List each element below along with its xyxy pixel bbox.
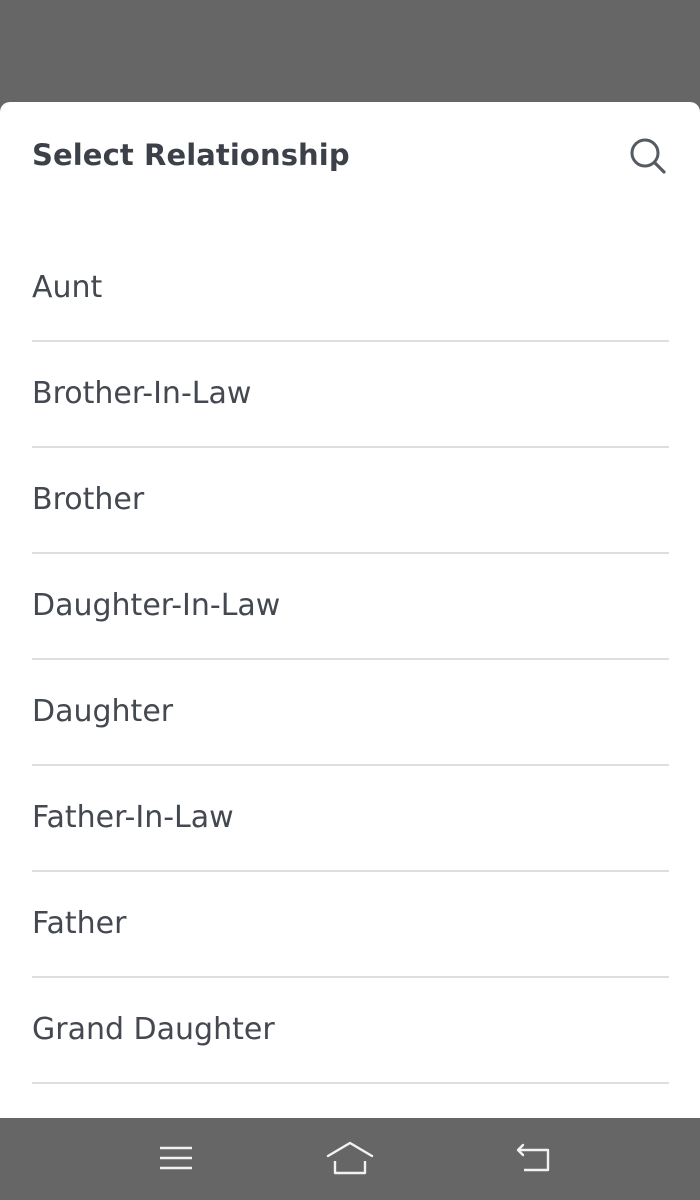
list-item-label: Father-In-Law (32, 800, 234, 835)
menu-icon (160, 1146, 192, 1170)
list-item-grand-daughter[interactable]: Grand Daughter (32, 978, 669, 1084)
list-item-father[interactable]: Father (32, 872, 669, 978)
list-item-label: Aunt (32, 269, 103, 305)
list-item-brother-in-law[interactable]: Brother-In-Law (32, 342, 669, 448)
menu-button[interactable] (146, 1136, 206, 1180)
back-button[interactable] (504, 1136, 564, 1180)
relationship-list: Aunt Brother-In-Law Brother Daughter-In-… (32, 235, 669, 1084)
system-navigation-bar (0, 1118, 700, 1200)
list-item-label: Daughter (32, 694, 174, 729)
relationship-picker-sheet: Select Relationship Aunt Brother-In-Law … (0, 102, 700, 1118)
search-icon (630, 138, 666, 174)
list-item-label: Father (32, 906, 127, 941)
search-button[interactable] (626, 134, 670, 178)
list-item-daughter-in-law[interactable]: Daughter-In-Law (32, 554, 669, 660)
list-item-label: Grand Daughter (32, 1012, 275, 1047)
back-icon (516, 1143, 550, 1172)
list-item-aunt[interactable]: Aunt (32, 235, 669, 342)
list-item-father-in-law[interactable]: Father-In-Law (32, 766, 669, 872)
sheet-title: Select Relationship (32, 138, 350, 172)
list-item-daughter[interactable]: Daughter (32, 660, 669, 766)
list-item-label: Brother-In-Law (32, 376, 252, 411)
list-item-label: Brother (32, 482, 145, 517)
list-item-brother[interactable]: Brother (32, 448, 669, 554)
home-icon (326, 1141, 374, 1175)
home-button[interactable] (320, 1136, 380, 1180)
sheet-header: Select Relationship (32, 102, 670, 212)
list-item-label: Daughter-In-Law (32, 588, 281, 623)
